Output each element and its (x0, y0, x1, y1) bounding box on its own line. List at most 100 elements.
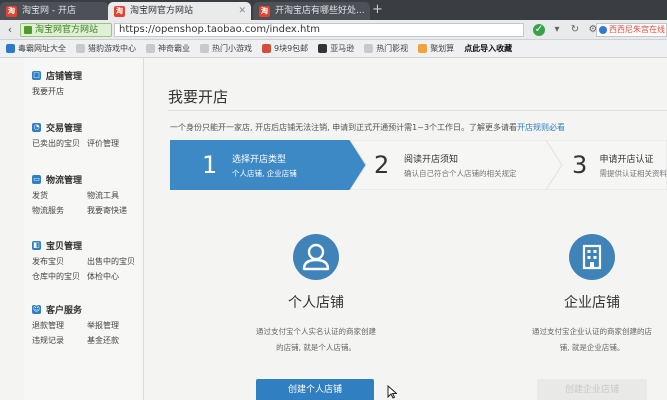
sidebar-section-title: ◧ 宝贝管理 (24, 238, 144, 252)
bookmark-label: 猎豹游戏中心 (88, 44, 136, 53)
sidebar-links: 我要开店 (24, 86, 144, 97)
browser-tab-strip: 淘 淘宝网 - 开店 淘 淘宝网官方网站 ✕ 淘 开淘宝店有哪些好处... + (0, 0, 667, 20)
sidebar-item-reviews[interactable]: 评价管理 (87, 138, 147, 149)
sidebar-item-sold-items[interactable]: 已卖出的宝贝 (32, 138, 87, 149)
card-title: 个人店铺 (288, 295, 344, 311)
step-text: 阅读开店须知 确认自己符合个人店铺的相关规定 (404, 152, 517, 179)
step-desc: 需提供认证相关资料 (599, 168, 667, 178)
sidebar-item-logistics-service[interactable]: 物流服务 (32, 205, 87, 216)
create-personal-shop-button[interactable]: 创建个人店铺 (256, 379, 374, 400)
taobao-favicon-icon: 淘 (114, 6, 125, 17)
refresh-icon[interactable]: ↻ (569, 24, 581, 36)
new-tab-icon[interactable]: + (372, 1, 383, 19)
step-number: 1 (202, 151, 218, 179)
bookmark-item[interactable]: 热门影视 (364, 43, 408, 54)
step-desc: 确认自己符合个人店铺的相关规定 (404, 168, 517, 178)
tab-label: 淘宝网 - 开店 (22, 6, 76, 16)
bookmark-icon (6, 44, 15, 53)
page-title: 我要开店 (168, 88, 229, 106)
sidebar-item-fund-repay[interactable]: 基金还款 (87, 335, 147, 346)
sidebar-item-reports[interactable]: 举报管理 (87, 320, 147, 331)
search-text: 西西尼朱宫在线 (609, 25, 665, 34)
sidebar-item-publish[interactable]: 发布宝贝 (32, 256, 87, 267)
step-title: 申请开店认证 (599, 154, 654, 165)
sidebar-section-title: ▭ 物流管理 (24, 172, 144, 186)
sidebar-item-open-shop[interactable]: 我要开店 (32, 86, 87, 97)
bookmark-icon (364, 44, 374, 53)
mouse-cursor-icon (387, 385, 397, 399)
close-tab-icon[interactable]: ✕ (238, 2, 246, 20)
bookmark-label: 神奇霸业 (158, 44, 190, 53)
sidebar-item-ship[interactable]: 发货 (32, 190, 87, 201)
step-title: 阅读开店须知 (404, 154, 459, 165)
card-desc-line: 通过支付宝个人实名认证的商家创建 (256, 327, 376, 336)
step-title: 选择开店类型 (232, 154, 287, 165)
trade-icon: ◔ (32, 122, 41, 132)
sidebar-section-title: ☺ 客户服务 (24, 302, 144, 316)
building-icon (569, 234, 615, 280)
sidebar-section-title: □ 店铺管理 (24, 68, 144, 82)
bookmark-item[interactable]: 毒霸网址大全 (6, 43, 66, 54)
bookmarks-bar: 毒霸网址大全 猎豹游戏中心 神奇霸业 热门小游戏 9块9包邮 亚马逊 热门影视 … (0, 40, 667, 58)
bookmark-icon (418, 44, 428, 53)
sidebar-section-service: ☺ 客户服务 退款管理 举报管理 违规记录 基金还款 (24, 302, 144, 346)
bookmark-icon (200, 44, 209, 53)
step-2: 2 阅读开店须知 确认自己符合个人店铺的相关规定 (350, 140, 546, 190)
rules-link[interactable]: 开店规则必看 (517, 123, 565, 132)
sidebar-links: 发货 物流工具 物流服务 我要寄快递 (24, 190, 144, 216)
step-text: 申请开店认证 需提供认证相关资料 (600, 152, 667, 179)
sidebar-title-label: 交易管理 (46, 123, 83, 134)
bookmark-icon (76, 44, 85, 53)
bookmark-item[interactable]: 9块9包邮 (262, 43, 308, 54)
sidebar-item-logistics-tools[interactable]: 物流工具 (87, 190, 147, 201)
bookmark-item[interactable]: 聚划算 (418, 43, 454, 54)
browser-tab[interactable]: 淘 淘宝网 - 开店 (0, 2, 108, 20)
divider (168, 110, 667, 111)
card-desc-line: 铺, 就是企业店铺。 (559, 343, 625, 352)
bookmark-item[interactable]: 热门小游戏 (200, 43, 252, 54)
site-badge-label: 淘宝网官方网站 (35, 25, 99, 35)
sidebar-item-violations[interactable]: 违规记录 (32, 335, 87, 346)
sidebar-links: 发布宝贝 出售中的宝贝 仓库中的宝贝 体检中心 (24, 256, 144, 282)
enterprise-shop-card: 企业店铺 通过支付宝企业认证的商家创建的店 铺, 就是企业店铺。 (492, 234, 667, 356)
sidebar-title-label: 店铺管理 (46, 71, 83, 82)
url-input[interactable]: https://openshop.taobao.com/index.htm (114, 23, 524, 37)
search-box[interactable]: 西西尼朱宫在线 (596, 23, 667, 37)
step-number: 3 (572, 151, 588, 179)
sidebar-item-on-sale[interactable]: 出售中的宝贝 (87, 256, 147, 267)
step-text: 选择开店类型 个人店铺, 企业店铺 (232, 152, 297, 179)
site-identity-badge[interactable]: 淘宝网官方网站 (20, 23, 112, 37)
step-progress: 1 选择开店类型 个人店铺, 企业店铺 2 阅读开店须知 确认自己符合个人店铺的… (170, 140, 667, 190)
sidebar-item-send-express[interactable]: 我要寄快递 (87, 205, 147, 216)
person-icon (293, 234, 339, 280)
card-description: 通过支付宝企业认证的商家创建的店 铺, 就是企业店铺。 (492, 324, 667, 356)
toolbar-icons: ✓ ▾ ↻ ⚙ (533, 23, 599, 37)
dropdown-icon[interactable]: ▾ (551, 24, 563, 36)
sidebar-item-checkup[interactable]: 体检中心 (87, 271, 147, 282)
security-shield-icon[interactable]: ✓ (533, 24, 545, 36)
bookmark-item[interactable]: 猎豹游戏中心 (76, 43, 136, 54)
tab-label: 淘宝网官方网站 (130, 6, 194, 16)
sidebar-item-refunds[interactable]: 退款管理 (32, 320, 87, 331)
sidebar-links: 已卖出的宝贝 评价管理 (24, 138, 144, 149)
bookmark-label: 亚马逊 (330, 44, 355, 53)
browser-tab[interactable]: 淘 开淘宝店有哪些好处... (253, 2, 370, 20)
bookmark-icon (146, 44, 155, 53)
browser-tab-active[interactable]: 淘 淘宝网官方网站 ✕ (108, 2, 251, 20)
sidebar-item-warehouse[interactable]: 仓库中的宝贝 (32, 271, 87, 282)
import-bookmarks-link[interactable]: 点此导入收藏 (464, 43, 512, 54)
back-icon[interactable]: ‹ (3, 23, 17, 37)
card-title: 企业店铺 (564, 295, 620, 311)
truck-icon: ▭ (32, 174, 41, 184)
card-desc-line: 的店铺, 就是个人店铺。 (276, 343, 356, 352)
tab-label: 开淘宝店有哪些好处... (275, 6, 365, 16)
create-enterprise-shop-button[interactable]: 创建企业店铺 (537, 379, 647, 400)
sidebar-section-title: ◔ 交易管理 (24, 120, 144, 134)
bookmark-item[interactable]: 亚马逊 (318, 43, 354, 54)
card-desc-line: 通过支付宝企业认证的商家创建的店 (532, 327, 652, 336)
bookmark-item[interactable]: 神奇霸业 (146, 43, 190, 54)
seller-sidebar: □ 店铺管理 我要开店 ◔ 交易管理 已卖出的宝贝 评价管理 ▭ 物流管理 发货 物流… (24, 58, 144, 400)
bookmark-icon (318, 44, 328, 53)
bookmark-label: 热门影视 (376, 44, 409, 53)
sidebar-section-goods: ◧ 宝贝管理 发布宝贝 出售中的宝贝 仓库中的宝贝 体检中心 (24, 238, 144, 282)
